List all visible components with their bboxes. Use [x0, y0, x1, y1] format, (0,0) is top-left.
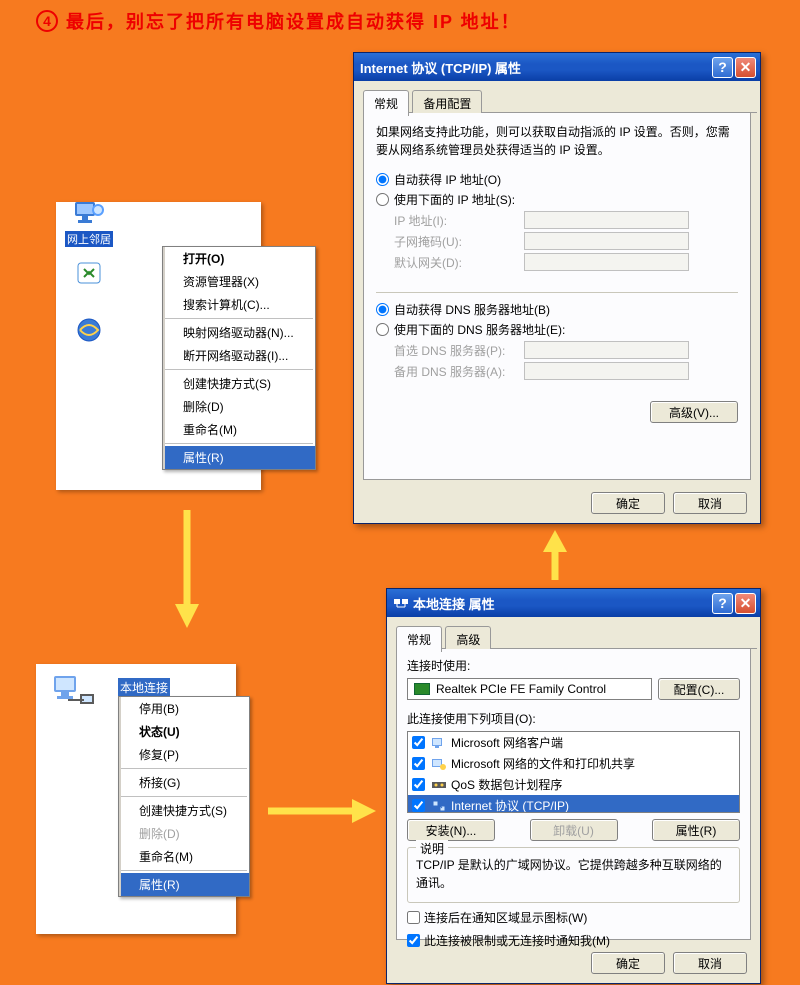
checkbox-notify-limited[interactable]: 此连接被限制或无连接时通知我(M) — [407, 932, 740, 949]
dns-secondary-input — [524, 362, 689, 380]
tabstrip: 常规 高级 — [396, 625, 757, 649]
radio-auto-dns[interactable]: 自动获得 DNS 服务器地址(B) — [376, 301, 738, 318]
menu-item[interactable]: 创建快捷方式(S) — [119, 799, 249, 822]
list-item[interactable]: Internet 协议 (TCP/IP) — [408, 795, 739, 813]
arrow-down-icon — [172, 510, 202, 630]
menu-item[interactable]: 属性(R) — [119, 873, 249, 896]
description-group: 说明 TCP/IP 是默认的广域网协议。它提供跨越多种互联网络的通讯。 — [407, 847, 740, 903]
dns-secondary-label: 备用 DNS 服务器(A): — [394, 363, 524, 380]
tabstrip: 常规 备用配置 — [363, 89, 757, 113]
dialog-title: 本地连接 属性 — [413, 594, 710, 613]
menu-item[interactable]: 打开(O) — [163, 247, 315, 270]
network-neighborhood-icon[interactable]: 网上邻居 — [60, 200, 118, 247]
desktop-panel-2: 本地连接 停用(B)状态(U)修复(P)桥接(G)创建快捷方式(S)删除(D)重… — [36, 664, 236, 934]
step-title: 最后，别忘了把所有电脑设置成自动获得 IP 地址！ — [66, 8, 521, 34]
tab-general[interactable]: 常规 — [363, 90, 409, 116]
tab-general[interactable]: 常规 — [396, 626, 442, 652]
nic-display: Realtek PCIe FE Family Control — [407, 678, 652, 700]
menu-item[interactable]: 删除(D) — [163, 395, 315, 418]
titlebar[interactable]: 本地连接 属性 ? ✕ — [387, 589, 760, 617]
radio-manual-ip[interactable]: 使用下面的 IP 地址(S): — [376, 191, 738, 208]
ip-address-input — [524, 211, 689, 229]
help-button[interactable]: ? — [712, 57, 733, 78]
list-item[interactable]: QoS 数据包计划程序 — [408, 774, 739, 795]
tcpip-description: 如果网络支持此功能，则可以获取自动指派的 IP 设置。否则，您需要从网络系统管理… — [376, 123, 738, 159]
context-menu-network: 打开(O)资源管理器(X)搜索计算机(C)... 映射网络驱动器(N)...断开网… — [162, 246, 316, 470]
lan-connection-label[interactable]: 本地连接 — [118, 678, 170, 697]
cancel-button[interactable]: 取消 — [673, 492, 747, 514]
menu-item[interactable]: 映射网络驱动器(N)... — [163, 321, 315, 344]
arrow-up-icon — [540, 530, 570, 580]
tcpip-dialog: Internet 协议 (TCP/IP) 属性 ? ✕ 常规 备用配置 如果网络… — [353, 52, 761, 524]
properties-button[interactable]: 属性(R) — [652, 819, 740, 841]
ie-icon[interactable]: Internet Explorer — [60, 316, 118, 371]
menu-item[interactable]: 断开网络驱动器(I)... — [163, 344, 315, 367]
cancel-button[interactable]: 取消 — [673, 952, 747, 974]
checkbox-show-tray-icon[interactable]: 连接后在通知区域显示图标(W) — [407, 909, 740, 926]
arrow-right-icon — [268, 796, 378, 826]
recycle-bin-icon[interactable]: 回收站 — [60, 259, 118, 306]
radio-auto-ip[interactable]: 自动获得 IP 地址(O) — [376, 171, 738, 188]
advanced-button[interactable]: 高级(V)... — [650, 401, 738, 423]
subnet-mask-label: 子网掩码(U): — [394, 233, 524, 250]
uninstall-button: 卸载(U) — [530, 819, 618, 841]
menu-item[interactable]: 状态(U) — [119, 720, 249, 743]
dns-primary-label: 首选 DNS 服务器(P): — [394, 342, 524, 359]
nic-chip-icon — [414, 683, 430, 695]
menu-item[interactable]: 搜索计算机(C)... — [163, 293, 315, 316]
lan-titlebar-icon — [393, 595, 409, 611]
help-button[interactable]: ? — [712, 593, 733, 614]
close-button[interactable]: ✕ — [735, 593, 756, 614]
configure-button[interactable]: 配置(C)... — [658, 678, 740, 700]
menu-item[interactable]: 重命名(M) — [119, 845, 249, 868]
menu-item[interactable]: 修复(P) — [119, 743, 249, 766]
dialog-title: Internet 协议 (TCP/IP) 属性 — [360, 58, 710, 77]
list-item[interactable]: Microsoft 网络的文件和打印机共享 — [408, 753, 739, 774]
subnet-mask-input — [524, 232, 689, 250]
radio-manual-dns[interactable]: 使用下面的 DNS 服务器地址(E): — [376, 321, 738, 338]
titlebar[interactable]: Internet 协议 (TCP/IP) 属性 ? ✕ — [354, 53, 760, 81]
ok-button[interactable]: 确定 — [591, 952, 665, 974]
close-button[interactable]: ✕ — [735, 57, 756, 78]
connect-using-label: 连接时使用: — [407, 657, 740, 674]
desktop-panel-1: 网上邻居 回收站 Internet Explorer 打开(O)资源管理器(X)… — [56, 202, 261, 490]
menu-item[interactable]: 停用(B) — [119, 697, 249, 720]
gateway-label: 默认网关(D): — [394, 254, 524, 271]
menu-item[interactable]: 属性(R) — [163, 446, 315, 469]
step-number-badge: 4 — [36, 10, 58, 32]
components-listbox[interactable]: Microsoft 网络客户端Microsoft 网络的文件和打印机共享QoS … — [407, 731, 740, 813]
menu-item[interactable]: 资源管理器(X) — [163, 270, 315, 293]
install-button[interactable]: 安装(N)... — [407, 819, 495, 841]
gateway-input — [524, 253, 689, 271]
ip-address-label: IP 地址(I): — [394, 212, 524, 229]
ok-button[interactable]: 确定 — [591, 492, 665, 514]
lan-connection-icon[interactable] — [50, 674, 102, 717]
menu-item[interactable]: 桥接(G) — [119, 771, 249, 794]
lan-properties-dialog: 本地连接 属性 ? ✕ 常规 高级 连接时使用: Realtek PCIe FE… — [386, 588, 761, 984]
dns-primary-input — [524, 341, 689, 359]
menu-item[interactable]: 重命名(M) — [163, 418, 315, 441]
menu-item[interactable]: 创建快捷方式(S) — [163, 372, 315, 395]
menu-item: 删除(D) — [119, 822, 249, 845]
context-menu-lan: 停用(B)状态(U)修复(P) 桥接(G) 创建快捷方式(S)删除(D)重命名(M)… — [118, 696, 250, 897]
list-item[interactable]: Microsoft 网络客户端 — [408, 732, 739, 753]
step-header: 4 最后，别忘了把所有电脑设置成自动获得 IP 地址！ — [36, 8, 521, 34]
uses-items-label: 此连接使用下列项目(O): — [407, 710, 740, 727]
